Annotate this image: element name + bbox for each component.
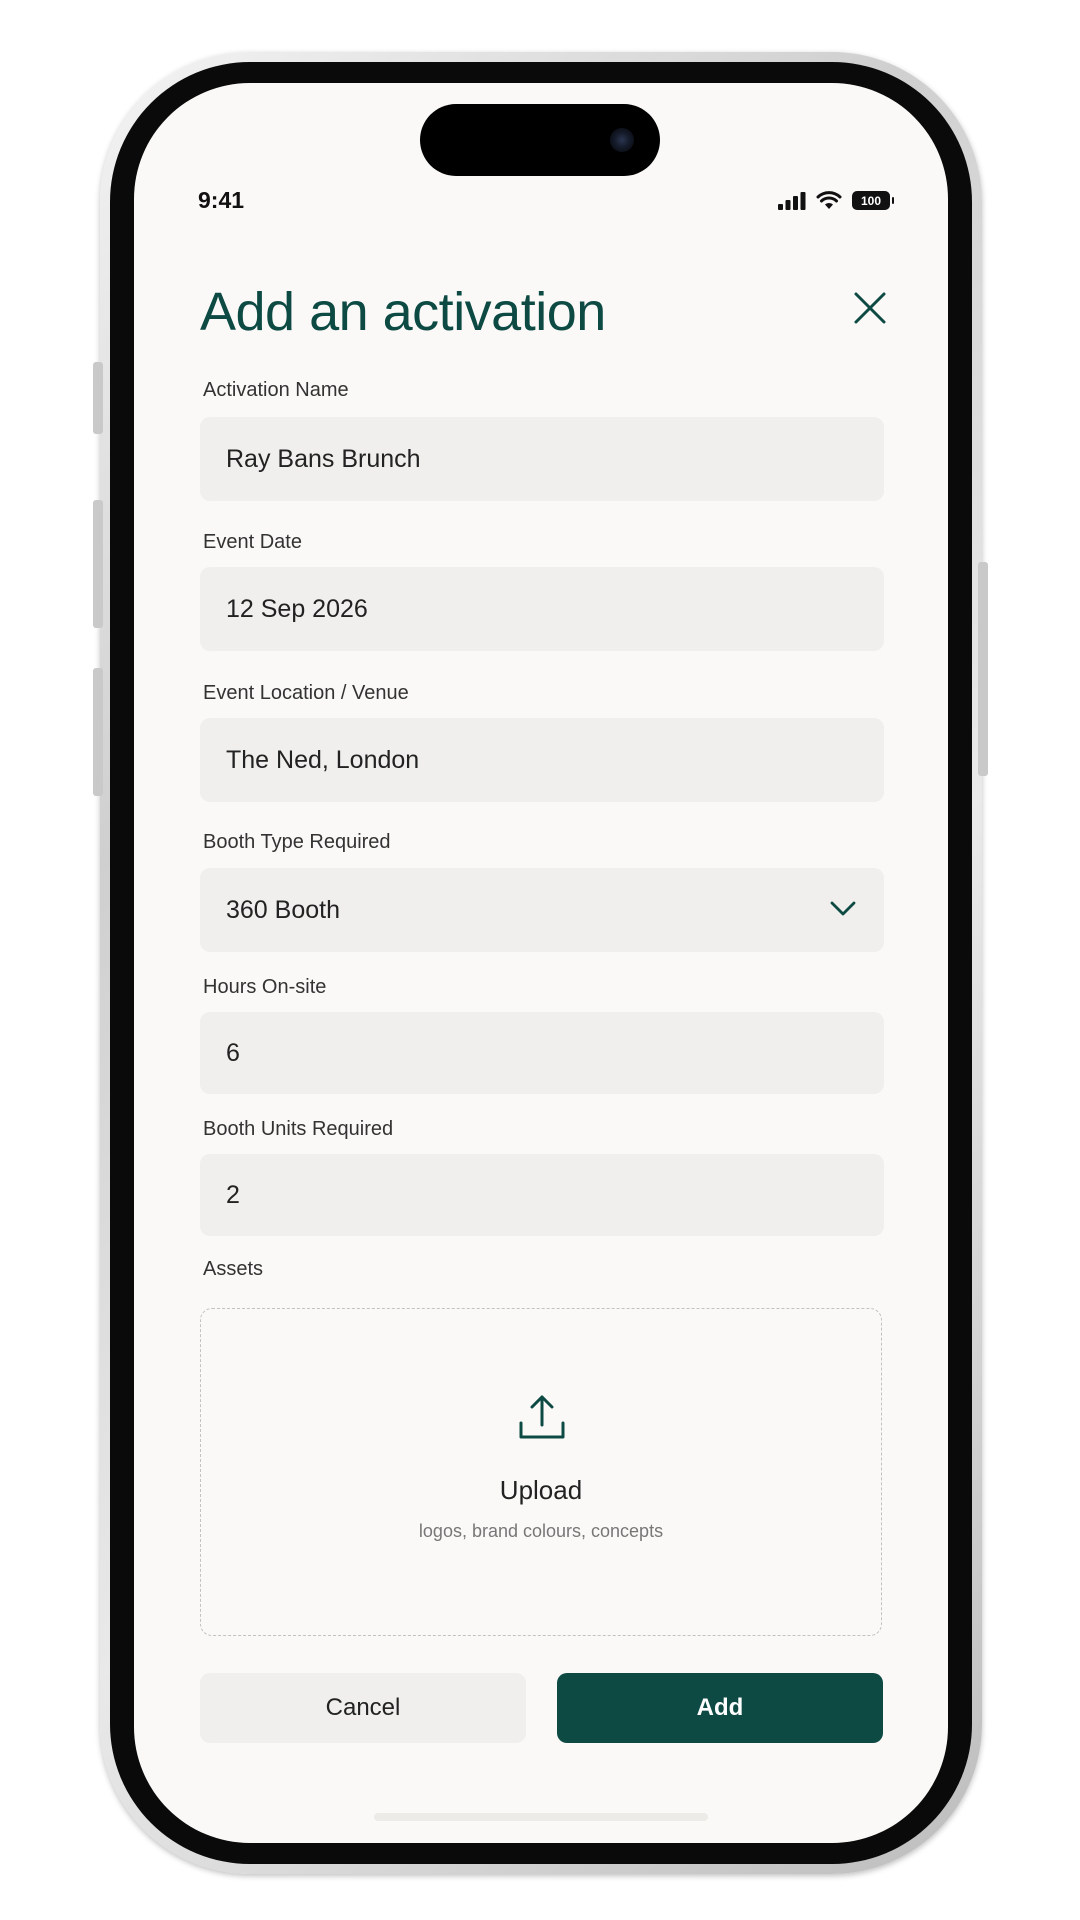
battery-level: 100 <box>860 193 882 208</box>
status-bar: 9:41 100 <box>134 183 948 223</box>
activation-name-input[interactable]: Ray Bans Brunch <box>200 417 884 501</box>
booth-type-value: 360 Booth <box>226 895 340 924</box>
booth-type-label: Booth Type Required <box>203 831 391 853</box>
booth-type-select[interactable]: 360 Booth <box>200 868 884 952</box>
volume-down-button <box>93 668 103 796</box>
add-button[interactable]: Add <box>557 1673 883 1743</box>
hours-onsite-label: Hours On-site <box>203 976 327 998</box>
cancel-button[interactable]: Cancel <box>200 1673 526 1743</box>
event-location-value: The Ned, London <box>226 745 420 774</box>
power-button <box>978 562 988 776</box>
event-location-input[interactable]: The Ned, London <box>200 718 884 802</box>
upload-title: Upload <box>499 1475 583 1505</box>
chevron-down-icon <box>830 901 856 916</box>
event-location-label: Event Location / Venue <box>203 682 409 704</box>
battery-icon: 100 <box>852 191 894 210</box>
event-date-input[interactable]: 12 Sep 2026 <box>200 567 884 651</box>
upload-dropzone[interactable]: Upload logos, brand colours, concepts <box>200 1308 882 1636</box>
event-date-label: Event Date <box>203 531 302 553</box>
action-button <box>93 362 103 434</box>
signal-icon <box>778 191 806 210</box>
status-time: 9:41 <box>198 187 245 213</box>
booth-units-value: 2 <box>226 1180 240 1209</box>
assets-label: Assets <box>203 1258 264 1280</box>
phone-screen: 9:41 100 Add an activation Activation Na… <box>134 83 948 1843</box>
page-title: Add an activation <box>200 282 606 342</box>
event-date-value: 12 Sep 2026 <box>226 594 368 623</box>
activation-name-label: Activation Name <box>203 379 349 401</box>
wifi-icon <box>816 191 842 209</box>
upload-icon <box>519 1395 565 1439</box>
upload-hint: logos, brand colours, concepts <box>418 1521 664 1541</box>
dynamic-island <box>420 104 660 176</box>
hours-onsite-value: 6 <box>226 1038 240 1067</box>
activation-name-value: Ray Bans Brunch <box>226 444 421 473</box>
front-camera <box>610 128 634 152</box>
booth-units-input[interactable]: 2 <box>200 1154 884 1236</box>
close-icon[interactable] <box>850 288 890 328</box>
hours-onsite-input[interactable]: 6 <box>200 1012 884 1094</box>
home-indicator[interactable] <box>374 1813 708 1821</box>
volume-up-button <box>93 500 103 628</box>
booth-units-label: Booth Units Required <box>203 1118 394 1140</box>
status-icons: 100 <box>778 191 894 210</box>
